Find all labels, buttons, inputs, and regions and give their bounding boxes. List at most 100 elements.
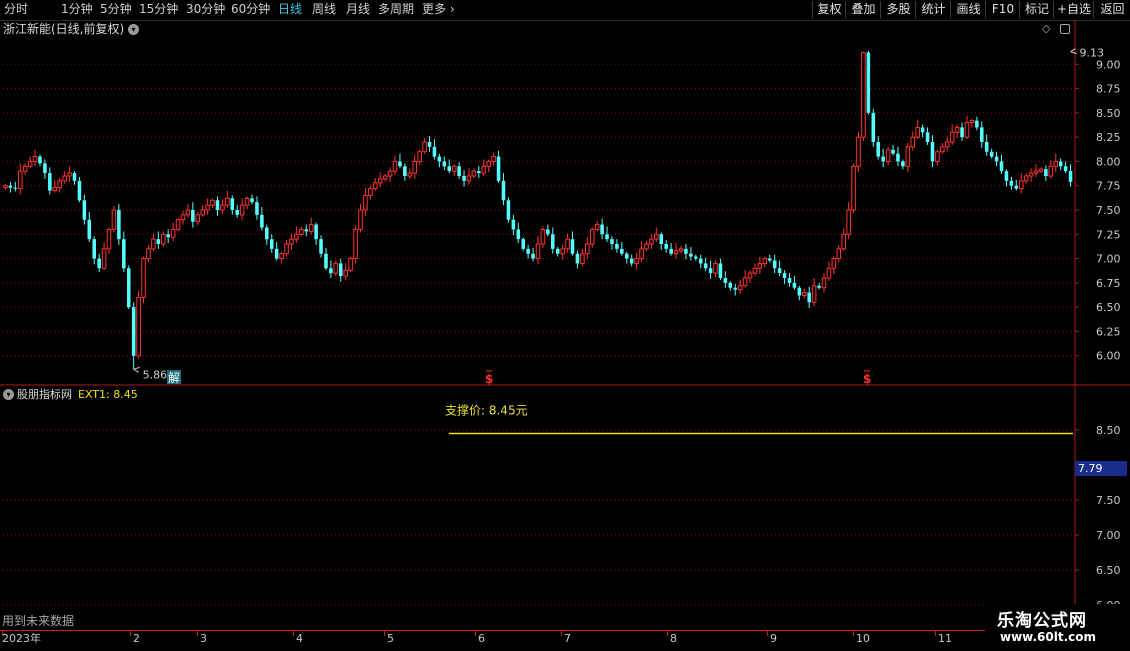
candle-up <box>935 151 940 162</box>
period-tab-2[interactable]: 5分钟 <box>100 2 132 17</box>
period-tab-9[interactable]: 多周期 <box>378 2 414 17</box>
period-tab-5[interactable]: 60分钟 <box>231 2 270 17</box>
candle-down <box>555 248 560 254</box>
support-price-text: 支撑价: 8.45元 <box>445 403 528 418</box>
candle-up <box>111 209 117 230</box>
candle-up <box>466 175 472 182</box>
candle-up <box>757 262 763 269</box>
indicator-title: 股朋指标网 EXT1: 8.45 <box>17 388 138 401</box>
candle-down <box>797 287 802 296</box>
candle-up <box>175 219 181 230</box>
toolbar-button-4[interactable]: 画线 <box>950 1 986 18</box>
candle-down <box>605 234 609 240</box>
toolbar-button-6[interactable]: 标记 <box>1019 1 1054 18</box>
chart-tools: ◇ <box>1042 22 1072 37</box>
candle-down <box>891 149 895 154</box>
candle-up <box>1053 160 1059 167</box>
event-marker-0: 解 <box>167 370 181 385</box>
candle-up <box>57 180 62 189</box>
candle-up <box>225 197 230 206</box>
candle-down <box>531 253 535 259</box>
candle-up <box>244 197 250 206</box>
candle-down <box>600 224 604 235</box>
candle-up <box>160 233 166 245</box>
candle-up <box>861 52 866 138</box>
date-label: 2 <box>133 632 140 645</box>
main-tick-label: 7.25 <box>1096 228 1121 241</box>
toolbar-button-7[interactable]: +自选 <box>1053 1 1094 18</box>
candle-up <box>969 120 975 124</box>
candle-down <box>777 268 782 274</box>
candle-down <box>975 120 979 128</box>
candle-down <box>901 161 905 167</box>
candle-up <box>954 126 960 133</box>
date-tick <box>384 631 385 636</box>
diamond-icon[interactable]: ◇ <box>1042 22 1050 35</box>
toolbar-button-8[interactable]: 返回 <box>1093 1 1130 18</box>
candle-up <box>540 228 546 245</box>
candle-up <box>141 258 146 298</box>
toolbar-button-1[interactable]: 叠加 <box>845 1 881 18</box>
candle-up <box>136 296 141 357</box>
toolbar-button-5[interactable]: F10 <box>985 1 1020 18</box>
candle-down <box>191 210 195 222</box>
period-tab-10[interactable]: 更多 › <box>422 2 455 17</box>
toolbar-button-0[interactable]: 复权 <box>812 1 846 18</box>
candle-down <box>501 180 506 201</box>
date-label: 9 <box>770 632 777 645</box>
candle-up <box>180 214 186 221</box>
period-tab-6[interactable]: 日线 <box>278 2 302 17</box>
toolbar-button-3[interactable]: 统计 <box>915 1 951 18</box>
candle-up <box>964 122 970 138</box>
candle-down <box>817 285 821 288</box>
candle-up <box>377 178 383 184</box>
toolbar-button-2[interactable]: 多股 <box>880 1 916 18</box>
candle-up <box>811 285 817 303</box>
candle-down <box>250 198 254 203</box>
date-tick <box>130 631 131 636</box>
candle-up <box>580 253 585 264</box>
candle-down <box>703 263 708 269</box>
period-tab-8[interactable]: 月线 <box>346 2 370 17</box>
date-tick <box>475 631 476 636</box>
period-tab-7[interactable]: 周线 <box>312 2 336 17</box>
candle-down <box>319 239 323 254</box>
indicator-menu-icon[interactable]: ▾ <box>3 389 14 400</box>
candle-up <box>851 165 856 211</box>
candle-down <box>511 219 516 230</box>
candle-up <box>471 170 477 177</box>
candle-down <box>708 268 713 274</box>
site-logo: 乐淘公式网 www.60lt.com <box>985 604 1130 650</box>
event-marker-2: $ <box>863 370 871 386</box>
chart-annotations: 9.13 5.86 支撑价: 8.45元 解 $ $ <box>133 47 1104 435</box>
candle-down <box>659 234 664 244</box>
period-tab-3[interactable]: 15分钟 <box>139 2 178 17</box>
stock-title: 浙江新能(日线,前复权) <box>3 22 124 37</box>
candle-up <box>944 141 950 148</box>
chevron-down-icon[interactable]: ▾ <box>128 24 139 35</box>
candle-down <box>77 180 82 201</box>
period-tab-1[interactable]: 1分钟 <box>61 2 93 17</box>
candle-up <box>594 224 600 230</box>
candle-down <box>876 142 881 157</box>
panel-toggle-icon[interactable] <box>1060 24 1070 34</box>
candle-down <box>13 187 18 189</box>
candle-up <box>644 243 649 250</box>
candle-down <box>496 156 501 181</box>
candle-down <box>624 253 629 259</box>
candle-down <box>8 185 13 188</box>
candle-up <box>713 262 718 274</box>
period-tab-0[interactable]: 分时 <box>4 2 28 17</box>
period-tab-4[interactable]: 30分钟 <box>186 2 225 17</box>
date-tick <box>767 631 768 636</box>
candle-down <box>698 258 703 264</box>
sub-tick-label: 8.50 <box>1096 424 1121 437</box>
candle-up <box>294 233 299 240</box>
date-label: 5 <box>387 632 394 645</box>
candle-up <box>885 149 891 162</box>
candle-down <box>92 239 96 259</box>
candle-down <box>896 153 900 162</box>
candle-up <box>239 204 245 216</box>
candle-down <box>787 278 792 283</box>
candle-up <box>565 238 570 250</box>
